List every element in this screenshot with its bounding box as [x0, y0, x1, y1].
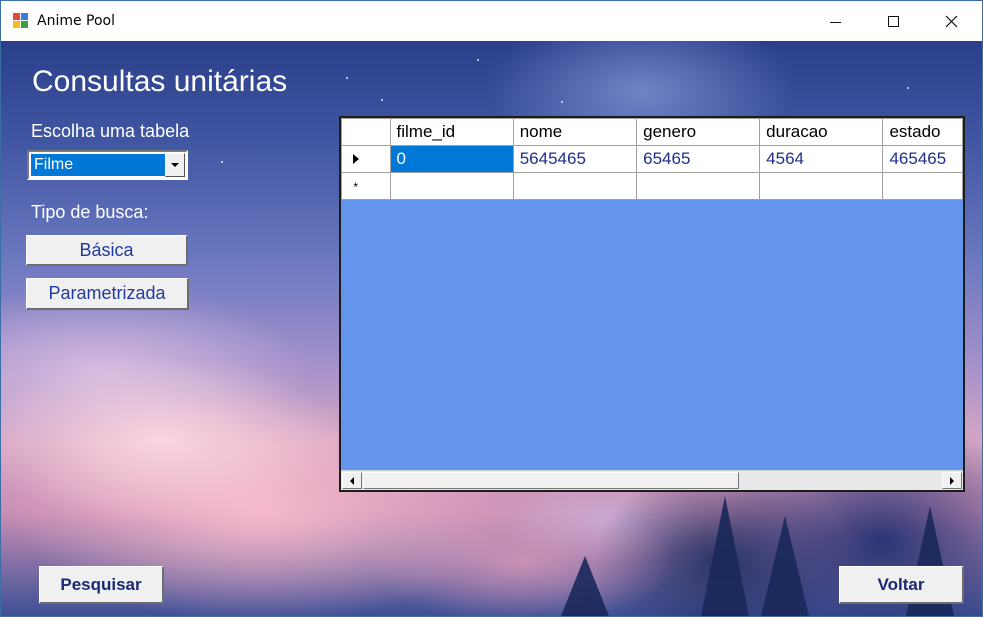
table-select-value: Filme [31, 154, 165, 176]
app-icon [13, 13, 30, 29]
basic-search-button[interactable]: Básica [26, 235, 188, 266]
row-header[interactable] [341, 145, 391, 173]
background-star [477, 59, 479, 61]
scroll-left-button[interactable] [342, 472, 362, 489]
arrow-right-icon [950, 476, 954, 485]
column-header[interactable]: filme_id [389, 118, 514, 146]
grid-header-row: filme_id nome genero duracao estado [341, 118, 963, 146]
close-button[interactable] [928, 1, 974, 41]
background-star [381, 99, 383, 101]
minimize-button[interactable] [812, 1, 858, 41]
background-tree [701, 496, 749, 616]
grid-table: filme_id nome genero duracao estado 0 56… [341, 118, 963, 200]
form-client-area: Consultas unitárias Escolha uma tabela F… [1, 41, 982, 616]
background-star [907, 87, 909, 89]
parametrized-search-button[interactable]: Parametrizada [26, 278, 189, 310]
choose-table-label: Escolha uma tabela [31, 121, 190, 141]
grid-cell[interactable]: 4564 [759, 145, 884, 173]
grid-cell[interactable]: 65465 [636, 145, 761, 173]
window-title: Anime Pool [37, 13, 116, 29]
chevron-down-icon [171, 163, 179, 167]
horizontal-scrollbar[interactable] [341, 470, 963, 490]
minimize-icon [829, 21, 841, 23]
new-row-asterisk-icon: * [353, 180, 359, 194]
data-grid[interactable]: filme_id nome genero duracao estado 0 56… [339, 116, 965, 492]
close-icon [945, 15, 957, 27]
grid-cell[interactable] [882, 172, 963, 200]
table-row[interactable]: 0 5645465 65465 4564 465465 [341, 145, 963, 173]
title-bar[interactable]: Anime Pool [1, 1, 982, 41]
background-star [221, 161, 223, 163]
row-header[interactable]: * [341, 172, 391, 200]
grid-cell[interactable]: 465465 [882, 145, 963, 173]
back-button[interactable]: Voltar [839, 566, 964, 604]
grid-cell[interactable] [636, 172, 761, 200]
grid-cell[interactable] [759, 172, 884, 200]
scroll-right-button[interactable] [942, 472, 962, 489]
arrow-left-icon [350, 476, 354, 485]
search-type-label: Tipo de busca: [31, 202, 149, 222]
column-header[interactable]: genero [636, 118, 761, 146]
app-window: Anime Pool Consultas unitárias Escolha u… [0, 0, 983, 617]
grid-corner-header[interactable] [341, 118, 391, 146]
table-select[interactable]: Filme [27, 150, 188, 180]
scrollbar-thumb[interactable] [363, 472, 739, 489]
maximize-button[interactable] [870, 1, 916, 41]
grid-cell[interactable] [512, 172, 638, 200]
grid-cell[interactable]: 5645465 [512, 145, 638, 173]
background-tree [561, 556, 609, 616]
column-header[interactable]: duracao [759, 118, 884, 146]
maximize-icon [887, 15, 899, 27]
grid-cell[interactable] [389, 172, 514, 200]
background-star [346, 77, 348, 79]
search-button[interactable]: Pesquisar [39, 566, 164, 604]
dropdown-button[interactable] [165, 153, 185, 177]
grid-cell[interactable]: 0 [389, 145, 514, 173]
new-row[interactable]: * [341, 172, 963, 200]
column-header[interactable]: nome [512, 118, 638, 146]
background-star [561, 101, 563, 103]
row-pointer-icon [352, 154, 359, 164]
column-header[interactable]: estado [882, 118, 963, 146]
page-heading: Consultas unitárias [32, 65, 288, 98]
background-tree [761, 516, 809, 616]
